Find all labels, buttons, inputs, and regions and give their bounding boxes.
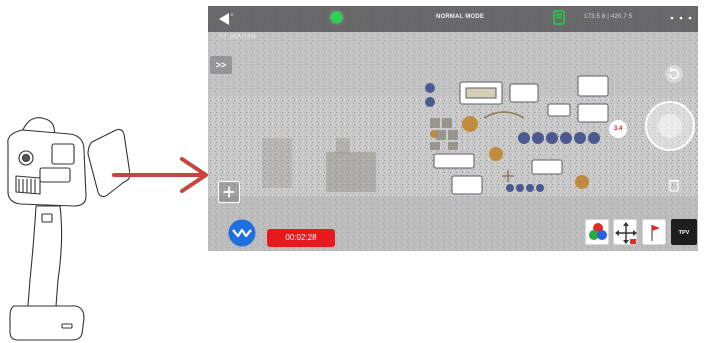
joystick-icon[interactable] — [644, 100, 696, 152]
mode-label[interactable]: NORMAL MODE — [436, 14, 484, 20]
color-mode-icon — [589, 223, 607, 240]
scan-name-label: PT_REALTIME — [220, 34, 258, 40]
back-arrow-icon[interactable] — [216, 11, 234, 27]
move-button[interactable] — [613, 219, 637, 245]
flag-icon — [651, 225, 660, 241]
distance-badge: 3.4 — [609, 120, 627, 138]
move-icon — [615, 222, 637, 244]
pointer-arrow — [112, 157, 208, 193]
logo-icon[interactable] — [228, 219, 256, 247]
refresh-icon[interactable] — [664, 64, 684, 84]
device-icon[interactable] — [551, 10, 567, 26]
flag-button[interactable] — [642, 219, 666, 245]
color-mode-button[interactable] — [585, 219, 609, 245]
recording-timer: 00:02:28 — [267, 229, 335, 247]
expand-panel-button[interactable]: >> — [210, 56, 232, 74]
handheld-scanner-illustration — [7, 117, 130, 341]
top-bar: NORMAL MODE 173.5 8 | 420.7 5 — [208, 6, 698, 32]
app-screen: NORMAL MODE 173.5 8 | 420.7 5 PT_REALTIM… — [208, 6, 698, 251]
plus-icon[interactable] — [218, 181, 240, 203]
trash-icon[interactable] — [668, 178, 680, 192]
status-dot-icon — [331, 12, 342, 23]
tpv-view-button[interactable]: TPV — [671, 219, 697, 245]
more-dots-icon[interactable] — [668, 10, 696, 26]
coordinate-readout: 173.5 8 | 420.7 5 — [584, 14, 633, 20]
